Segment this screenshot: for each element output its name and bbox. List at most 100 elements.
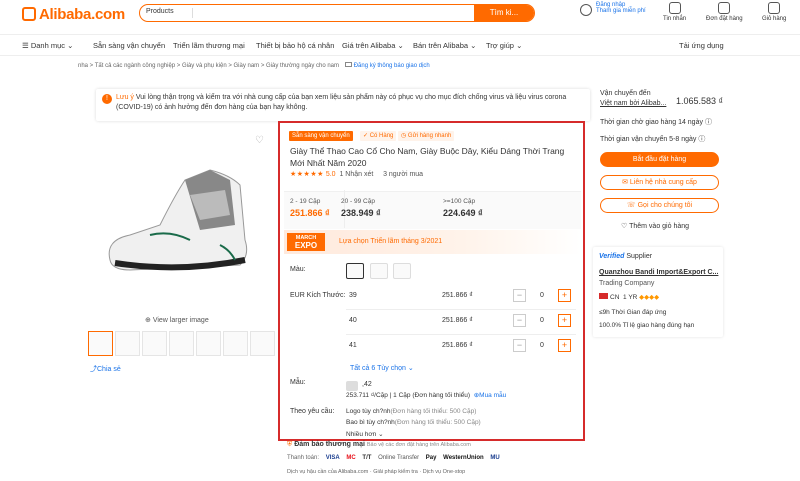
ship-to-country[interactable]: Việt nam bởi Alibab... (600, 100, 666, 107)
info-icon: ⓘ (704, 119, 712, 126)
start-order-button[interactable]: Bắt đầu đặt hàng (600, 152, 719, 167)
quantity-input[interactable]: 0 (529, 314, 555, 327)
ready-to-ship-tag: Sẵn sàng vận chuyển (289, 131, 353, 141)
phone-icon: ☏ (626, 202, 638, 209)
search-button[interactable]: Tìm ki... (474, 5, 534, 21)
supplier-type: Trading Company (599, 280, 655, 287)
breadcrumb-path[interactable]: nha > Tất cả các ngành công nghiệp > Già… (78, 63, 339, 69)
share-link[interactable]: ⤴Chia sẻ (90, 364, 121, 374)
trade-assurance[interactable]: ⛨ Đảm bảo thương mại Bảo vệ các đơn đặt … (287, 441, 471, 449)
more-options-link[interactable]: Nhiều hơn ⌄ (346, 430, 384, 438)
alibaba-logo-icon (22, 7, 36, 21)
thumbnail[interactable] (115, 331, 140, 356)
march-expo-banner[interactable]: MARCH EXPO Lựa chọn Triển lãm tháng 3/202… (284, 230, 581, 254)
mu-icon: MU (490, 455, 500, 461)
nav-item-help[interactable]: Trợ giúp ⌄ (486, 41, 522, 50)
decrement-button[interactable]: − (513, 289, 526, 302)
cart-link[interactable]: Giỏ hàng (762, 2, 786, 22)
price-tiers: 2 - 19 Cặp 251.866 ₫ 20 - 99 Cặp 238.949… (284, 190, 581, 229)
online-transfer-icon: Online Transfer (378, 455, 420, 461)
divider (346, 334, 576, 335)
rating-value: 5.0 (325, 171, 336, 178)
china-flag-icon (599, 293, 608, 299)
thumbnail[interactable] (250, 331, 275, 356)
cart-icon (768, 2, 781, 14)
sample-count: ,42 (362, 381, 372, 388)
clock-icon: ◷ (401, 133, 408, 139)
categories-menu[interactable]: ☰ Danh mục ⌄ (22, 41, 73, 50)
increment-button[interactable]: + (558, 289, 571, 302)
reviews-link[interactable]: 1 Nhận xét (339, 171, 373, 178)
quantity-input[interactable]: 0 (529, 289, 555, 302)
price-tier: 20 - 99 Cặp 238.949 ₫ (341, 198, 381, 218)
thumbnail[interactable] (223, 331, 248, 356)
menu-icon: ☰ (22, 41, 31, 50)
color-swatch[interactable] (346, 263, 364, 279)
alibaba-logo[interactable]: Alibaba.com (22, 6, 125, 23)
march-expo-badge: MARCH EXPO (287, 233, 325, 251)
join-free-link[interactable]: Tham gia miễn phí (596, 8, 646, 14)
search-input[interactable] (198, 6, 468, 19)
nav-item-sell-on-alibaba[interactable]: Bán trên Alibaba ⌄ (413, 41, 476, 50)
orders-link[interactable]: Đơn đặt hàng (706, 2, 743, 22)
supplier-name-link[interactable]: Quanzhou Bandi Import&Export C... (599, 269, 718, 276)
nav-item-ppe[interactable]: Thiết bị bảo hộ cá nhân (256, 41, 334, 50)
thumbnail[interactable] (196, 331, 221, 356)
increment-button[interactable]: + (558, 314, 571, 327)
color-swatch[interactable] (393, 263, 411, 279)
covid-notice: ! Lưu ý Vui lòng thận trọng và kiểm tra … (96, 89, 590, 121)
notice-prefix: Lưu ý (116, 94, 134, 101)
nav-item-trade-show[interactable]: Triển lãm thương mại (173, 41, 245, 50)
expo-text: Lựa chọn Triển lãm tháng 3/2021 (339, 238, 443, 245)
search-bar: Products Tìm ki... (139, 4, 535, 22)
view-larger-image-link[interactable]: ⊕ View larger image (145, 316, 209, 324)
lead-time: Thời gian chờ giao hàng 14 ngày ⓘ (600, 119, 712, 126)
messages-link[interactable]: Tin nhắn (663, 2, 686, 22)
western-union-icon: WesternUnion (443, 455, 484, 461)
contact-supplier-button[interactable]: ✉ Liên hệ nhà cung cấp (600, 175, 719, 190)
info-icon: ⓘ (698, 136, 706, 143)
verified-supplier-badge: Verified Supplier (599, 253, 653, 260)
thumbnail[interactable] (142, 331, 167, 356)
main-nav: ☰ Danh mục ⌄ Sẵn sàng vận chuyển Triển l… (0, 34, 800, 56)
chevron-down-icon: ⌄ (378, 431, 384, 438)
increment-button[interactable]: + (558, 339, 571, 352)
thumbnail[interactable] (169, 331, 194, 356)
get-app-link[interactable]: Tải ứng dụng (679, 41, 724, 50)
notice-text: Vui lòng thận trọng và kiểm tra với nhà … (116, 94, 567, 111)
search-category-select[interactable]: Products (146, 8, 174, 15)
all-options-link[interactable]: Tất cả 6 Tùy chọn ⌄ (350, 364, 414, 372)
mastercard-icon: MC (346, 455, 356, 461)
shield-icon: ⛨ (287, 441, 293, 448)
decrement-button[interactable]: − (513, 314, 526, 327)
zoom-icon: ⊕ (145, 317, 153, 324)
buy-sample-link[interactable]: ⊕Mua mẫu (474, 392, 507, 399)
call-us-button[interactable]: ☏ Gọi cho chúng tôi (600, 198, 719, 213)
tt-icon: T/T (362, 455, 372, 461)
heart-icon: ♡ (621, 223, 630, 230)
star-rating-icon: ★★★★★ (290, 171, 324, 178)
color-swatch[interactable] (370, 263, 388, 279)
mail-icon: ✉ (622, 179, 630, 186)
quantity-input[interactable]: 0 (529, 339, 555, 352)
buyers-count: 3 người mua (383, 171, 424, 178)
product-main-image[interactable] (90, 155, 270, 285)
subscribe-link[interactable]: Đăng ký thông báo giao dịch (354, 63, 430, 69)
header: Alibaba.com Products Tìm ki... Đăng nhập… (0, 0, 800, 34)
apple-pay-icon: Pay (425, 455, 437, 461)
nav-item-buy-on-alibaba[interactable]: Giá trên Alibaba ⌄ (342, 41, 404, 50)
favorite-heart-icon[interactable]: ♡ (255, 135, 264, 146)
customization-label: Theo yêu cầu: (290, 408, 335, 415)
ship-to-label: Vận chuyển đến (600, 90, 651, 97)
thumbnail[interactable] (88, 331, 113, 356)
product-title: Giày Thể Thao Cao Cổ Cho Nam, Giày Buộc … (290, 146, 565, 168)
decrement-button[interactable]: − (513, 339, 526, 352)
add-to-cart-link[interactable]: ♡ Thêm vào giỏ hàng (621, 222, 689, 230)
payment-methods: Thanh toán: VISA MC T/T Online Transfer … (287, 455, 500, 461)
nav-item-ready-to-ship[interactable]: Sẵn sàng vận chuyển (93, 41, 165, 50)
services-links[interactable]: Dịch vụ hậu cần của Alibaba.com · Giải p… (287, 469, 465, 475)
account-menu[interactable]: Đăng nhập Tham gia miễn phí (580, 2, 646, 16)
custom-packaging-option: Bao bì tùy ch?nh(Đơn hàng tối thiểu: 500… (346, 419, 481, 426)
fast-dispatch-tag: ◷ Gửi hàng nhanh (398, 131, 455, 141)
quantity-stepper: − 0 + (513, 289, 571, 302)
